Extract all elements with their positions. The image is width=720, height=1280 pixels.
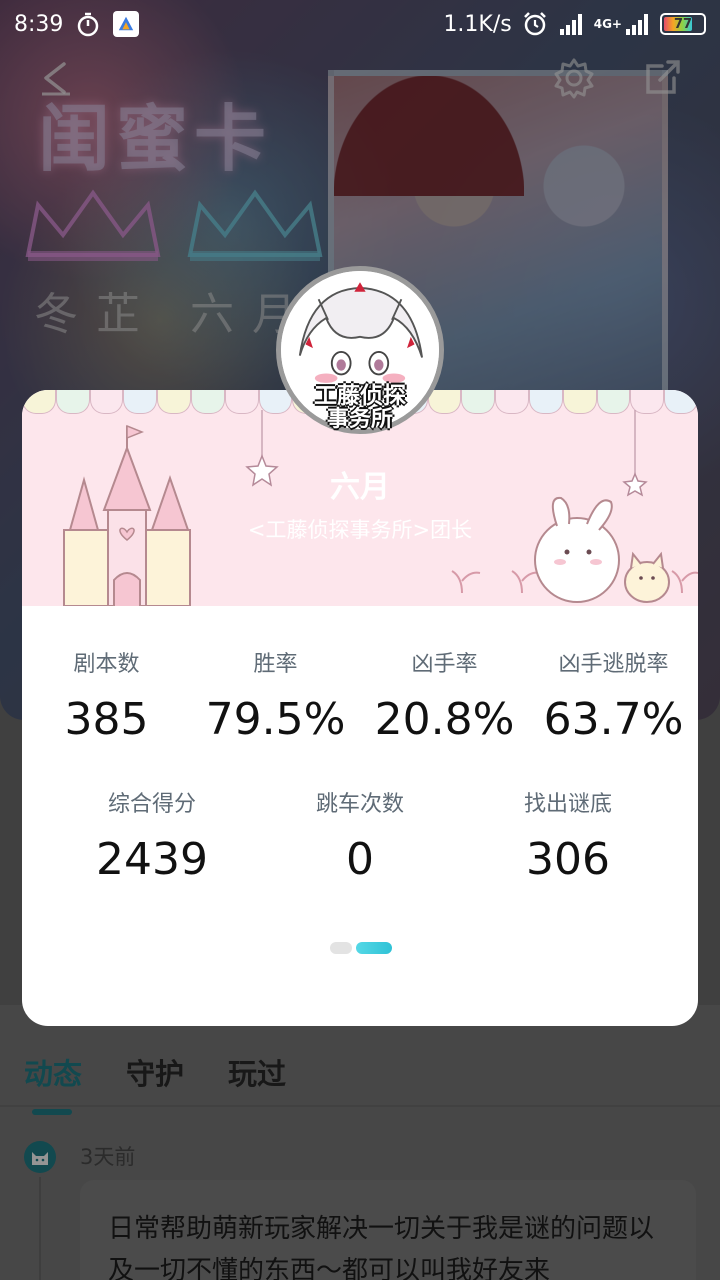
stat-value: 63.7%: [543, 694, 684, 745]
stat-solved: 找出谜底 306: [464, 786, 672, 885]
profile-subtitle: <工藤侦探事务所>团长: [247, 518, 473, 542]
signal-icon: [558, 11, 584, 37]
stat-label: 找出谜底: [523, 792, 612, 817]
stat-scripts: 剧本数 385: [22, 646, 191, 745]
badge-line-1: 工藤侦探: [314, 383, 406, 409]
battery-level: 77: [673, 16, 693, 32]
stat-win-rate: 胜率 79.5%: [191, 646, 360, 745]
stat-value: 306: [526, 834, 610, 885]
stats-row-2: 综合得分 2439 跳车次数 0 找出谜底 306: [22, 786, 698, 885]
net-speed: 1.1K/s: [443, 11, 512, 37]
stat-label: 综合得分: [107, 792, 196, 817]
profile-name: 六月: [330, 470, 390, 505]
stopwatch-icon: [75, 11, 101, 37]
stat-label: 凶手逃脱率: [558, 652, 669, 677]
stat-murderer-rate: 凶手率 20.8%: [360, 646, 529, 745]
stat-label: 跳车次数: [315, 792, 404, 817]
stat-value: 385: [64, 694, 149, 745]
stat-label: 胜率: [253, 652, 298, 677]
team-badge: 工藤侦探 事务所: [270, 382, 450, 434]
stat-quit-count: 跳车次数 0: [256, 786, 464, 885]
signal-4g-icon: 4G+: [594, 11, 650, 37]
page-dot-active[interactable]: [356, 942, 392, 954]
stat-value: 20.8%: [374, 694, 515, 745]
stat-value: 2439: [96, 834, 208, 885]
stat-value: 0: [346, 834, 374, 885]
stat-total-score: 综合得分 2439: [48, 786, 256, 885]
alarm-icon: [522, 11, 548, 37]
battery-icon: 77: [660, 13, 706, 35]
status-bar: 8:39 1.1K/s 4G+ 77: [0, 0, 720, 48]
stat-label: 剧本数: [73, 652, 140, 677]
stats-row-1: 剧本数 385 胜率 79.5% 凶手率 20.8% 凶手逃脱率 63.7%: [22, 646, 698, 745]
app-badge-icon: [113, 11, 140, 37]
badge-line-2: 事务所: [326, 407, 393, 432]
page-dot[interactable]: [330, 942, 352, 954]
bunny-icon: [527, 490, 687, 605]
stat-value: 79.5%: [205, 694, 346, 745]
status-time: 8:39: [14, 11, 64, 37]
profile-card-modal: 六月 <工藤侦探事务所>团长 剧本数 385 胜率 79.5% 凶手率 20.8…: [22, 390, 698, 1026]
page-indicator[interactable]: [330, 942, 392, 954]
stat-escape-rate: 凶手逃脱率 63.7%: [529, 646, 698, 745]
stat-label: 凶手率: [411, 652, 478, 677]
castle-icon: [52, 420, 202, 606]
